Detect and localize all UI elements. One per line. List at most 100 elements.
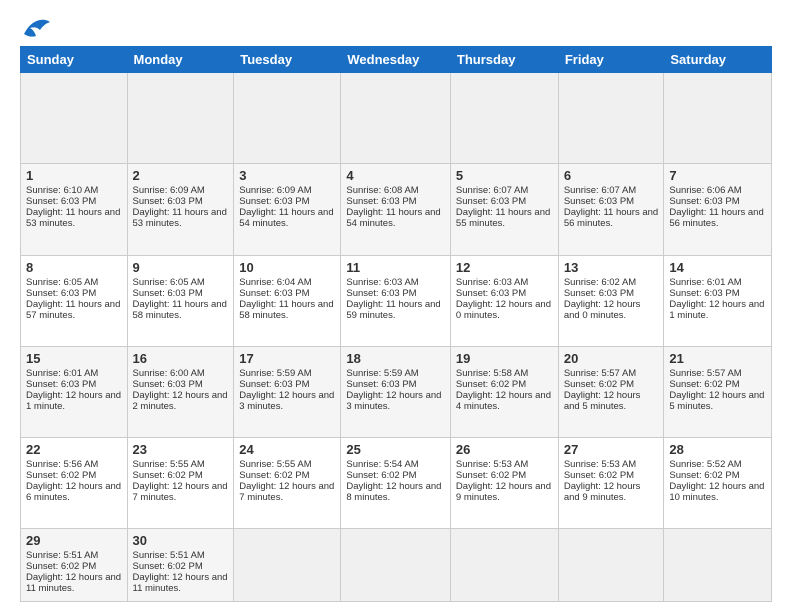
day-number: 15 [26, 351, 122, 366]
daylight-text: Daylight: 11 hours and 56 minutes. [564, 207, 658, 229]
calendar-table: Sunday Monday Tuesday Wednesday Thursday… [20, 46, 772, 602]
table-cell [664, 73, 772, 164]
sunrise-text: Sunrise: 6:09 AM [133, 185, 205, 196]
table-cell [21, 73, 128, 164]
sunrise-text: Sunrise: 5:55 AM [239, 459, 311, 470]
daylight-text: Daylight: 11 hours and 58 minutes. [133, 299, 227, 321]
daylight-text: Daylight: 12 hours and 11 minutes. [133, 572, 228, 594]
logo-text [20, 16, 52, 38]
daylight-text: Daylight: 12 hours and 7 minutes. [239, 481, 334, 503]
table-cell: 7Sunrise: 6:06 AMSunset: 6:03 PMDaylight… [664, 164, 772, 255]
daylight-text: Daylight: 11 hours and 54 minutes. [239, 207, 333, 229]
th-tuesday: Tuesday [234, 47, 341, 73]
page: Sunday Monday Tuesday Wednesday Thursday… [0, 0, 792, 612]
day-number: 24 [239, 442, 335, 457]
table-cell [234, 529, 341, 602]
table-cell: 10Sunrise: 6:04 AMSunset: 6:03 PMDayligh… [234, 255, 341, 346]
sunset-text: Sunset: 6:03 PM [346, 288, 416, 299]
sunset-text: Sunset: 6:03 PM [133, 379, 203, 390]
logo-bird-icon [22, 16, 52, 38]
table-cell: 28Sunrise: 5:52 AMSunset: 6:02 PMDayligh… [664, 438, 772, 529]
header-row: Sunday Monday Tuesday Wednesday Thursday… [21, 47, 772, 73]
table-cell: 26Sunrise: 5:53 AMSunset: 6:02 PMDayligh… [450, 438, 558, 529]
day-number: 3 [239, 168, 335, 183]
daylight-text: Daylight: 12 hours and 4 minutes. [456, 390, 551, 412]
sunset-text: Sunset: 6:03 PM [133, 196, 203, 207]
daylight-text: Daylight: 12 hours and 8 minutes. [346, 481, 441, 503]
table-cell: 17Sunrise: 5:59 AMSunset: 6:03 PMDayligh… [234, 346, 341, 437]
sunset-text: Sunset: 6:02 PM [564, 470, 634, 481]
sunrise-text: Sunrise: 6:01 AM [26, 368, 98, 379]
sunrise-text: Sunrise: 6:07 AM [564, 185, 636, 196]
sunrise-text: Sunrise: 5:53 AM [456, 459, 528, 470]
th-friday: Friday [558, 47, 664, 73]
daylight-text: Daylight: 12 hours and 5 minutes. [564, 390, 641, 412]
daylight-text: Daylight: 11 hours and 58 minutes. [239, 299, 333, 321]
sunset-text: Sunset: 6:02 PM [26, 470, 96, 481]
sunset-text: Sunset: 6:02 PM [346, 470, 416, 481]
day-number: 21 [669, 351, 766, 366]
daylight-text: Daylight: 12 hours and 2 minutes. [133, 390, 228, 412]
daylight-text: Daylight: 12 hours and 1 minute. [669, 299, 764, 321]
sunrise-text: Sunrise: 5:55 AM [133, 459, 205, 470]
daylight-text: Daylight: 11 hours and 53 minutes. [133, 207, 227, 229]
sunrise-text: Sunrise: 5:56 AM [26, 459, 98, 470]
th-thursday: Thursday [450, 47, 558, 73]
table-cell: 21 Sunrise: 5:57 AMSunset: 6:02 PMDayligh… [664, 346, 772, 437]
day-number: 2 [133, 168, 229, 183]
sunset-text: Sunset: 6:03 PM [346, 379, 416, 390]
sunrise-text: Sunrise: 6:10 AM [26, 185, 98, 196]
sunset-text: Sunset: 6:02 PM [26, 561, 96, 572]
daylight-text: Daylight: 12 hours and 1 minute. [26, 390, 121, 412]
daylight-text: Daylight: 12 hours and 5 minutes. [669, 390, 764, 412]
table-cell: 11Sunrise: 6:03 AMSunset: 6:03 PMDayligh… [341, 255, 451, 346]
daylight-text: Daylight: 12 hours and 3 minutes. [239, 390, 334, 412]
daylight-text: Daylight: 12 hours and 6 minutes. [26, 481, 121, 503]
day-number: 5 [456, 168, 553, 183]
day-number: 6 [564, 168, 659, 183]
table-cell [450, 73, 558, 164]
sunrise-text: Sunrise: 5:57 AM [669, 368, 741, 379]
table-cell: 22Sunrise: 5:56 AMSunset: 6:02 PMDayligh… [21, 438, 128, 529]
table-cell [127, 73, 234, 164]
sunset-text: Sunset: 6:02 PM [456, 379, 526, 390]
table-cell: 18Sunrise: 5:59 AMSunset: 6:03 PMDayligh… [341, 346, 451, 437]
table-cell [558, 73, 664, 164]
sunset-text: Sunset: 6:02 PM [133, 470, 203, 481]
table-cell [341, 529, 451, 602]
day-number: 27 [564, 442, 659, 457]
table-cell [450, 529, 558, 602]
sunrise-text: Sunrise: 6:03 AM [346, 277, 418, 288]
table-cell: 20Sunrise: 5:57 AMSunset: 6:02 PMDayligh… [558, 346, 664, 437]
table-cell: 30Sunrise: 5:51 AMSunset: 6:02 PMDayligh… [127, 529, 234, 602]
sunset-text: Sunset: 6:02 PM [456, 470, 526, 481]
sunrise-text: Sunrise: 6:01 AM [669, 277, 741, 288]
daylight-text: Daylight: 11 hours and 59 minutes. [346, 299, 440, 321]
daylight-text: Daylight: 12 hours and 11 minutes. [26, 572, 121, 594]
day-number: 25 [346, 442, 445, 457]
table-cell: 5Sunrise: 6:07 AMSunset: 6:03 PMDaylight… [450, 164, 558, 255]
header [20, 16, 772, 38]
sunrise-text: Sunrise: 6:05 AM [133, 277, 205, 288]
sunrise-text: Sunrise: 6:00 AM [133, 368, 205, 379]
sunrise-text: Sunrise: 6:05 AM [26, 277, 98, 288]
sunset-text: Sunset: 6:03 PM [564, 288, 634, 299]
day-number: 23 [133, 442, 229, 457]
day-number: 30 [133, 533, 229, 548]
sunset-text: Sunset: 6:02 PM [669, 379, 739, 390]
day-number: 1 [26, 168, 122, 183]
day-number: 19 [456, 351, 553, 366]
sunset-text: Sunset: 6:03 PM [346, 196, 416, 207]
table-cell: 14Sunrise: 6:01 AMSunset: 6:03 PMDayligh… [664, 255, 772, 346]
sunrise-text: Sunrise: 6:09 AM [239, 185, 311, 196]
day-number: 17 [239, 351, 335, 366]
daylight-text: Daylight: 12 hours and 9 minutes. [564, 481, 641, 503]
day-number: 18 [346, 351, 445, 366]
day-number: 20 [564, 351, 659, 366]
table-cell: 16Sunrise: 6:00 AMSunset: 6:03 PMDayligh… [127, 346, 234, 437]
daylight-text: Daylight: 11 hours and 54 minutes. [346, 207, 440, 229]
table-cell: 25 Sunrise: 5:54 AMSunset: 6:02 PMDayligh… [341, 438, 451, 529]
sunrise-text: Sunrise: 5:54 AM [346, 459, 418, 470]
sunrise-text: Sunrise: 5:53 AM [564, 459, 636, 470]
table-cell: 24Sunrise: 5:55 AMSunset: 6:02 PMDayligh… [234, 438, 341, 529]
